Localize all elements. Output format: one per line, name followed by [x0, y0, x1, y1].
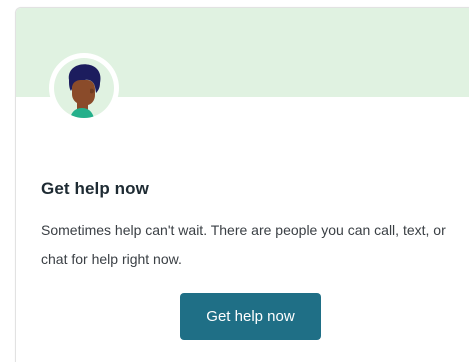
- get-help-now-button[interactable]: Get help now: [180, 293, 321, 340]
- avatar: [49, 53, 119, 123]
- get-help-card: Get help now Sometimes help can't wait. …: [15, 7, 469, 362]
- card-title: Get help now: [41, 179, 149, 198]
- page: Get help now Sometimes help can't wait. …: [0, 0, 469, 362]
- person-avatar-icon: [54, 58, 114, 118]
- card-description: Sometimes help can't wait. There are peo…: [41, 222, 446, 267]
